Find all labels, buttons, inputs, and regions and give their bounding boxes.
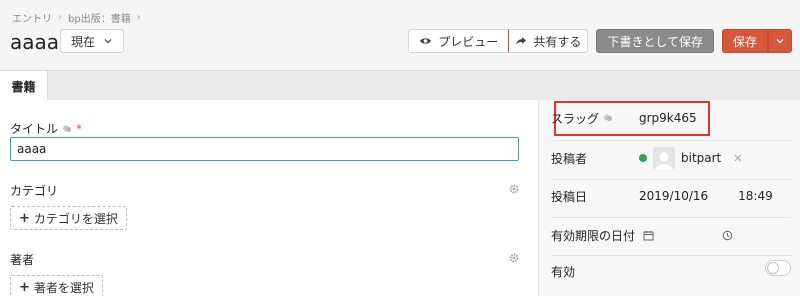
share-icon (516, 37, 527, 45)
online-status-icon (639, 154, 647, 162)
date-label: 投稿日 (551, 189, 588, 204)
expiry-label: 有効期限の日付 (551, 228, 636, 243)
enabled-label: 有効 (551, 264, 576, 279)
breadcrumb-item-entry[interactable]: エントリ (12, 10, 52, 25)
user-icon (656, 152, 672, 169)
divider (551, 255, 791, 256)
enabled-row: 有効 (551, 257, 791, 285)
author-field-label: 著者 (10, 253, 35, 267)
slug-row: スラッグ grp9k465 (551, 104, 791, 132)
date-value[interactable]: 2019/10/16 (639, 189, 708, 203)
preview-button-label: プレビュー (438, 34, 499, 49)
calendar-icon[interactable] (643, 230, 654, 241)
slug-label-text: スラッグ (551, 111, 600, 126)
breadcrumb: エントリ › bp出版：書籍 › (12, 10, 141, 25)
avatar (653, 147, 675, 169)
comment-icon[interactable] (603, 113, 613, 123)
chevron-down-icon (104, 39, 112, 44)
share-button-label: 共有する (533, 34, 582, 49)
breadcrumb-separator-icon: › (58, 12, 62, 23)
author-name: bitpart (681, 151, 722, 165)
time-value[interactable]: 18:49 (738, 189, 773, 203)
breadcrumb-item-blog[interactable]: bp出版：書籍 (68, 10, 131, 25)
author-row: 投稿者 bitpart ✕ (551, 144, 791, 172)
status-select-value: 現在 (71, 34, 96, 49)
save-group: 保存 (721, 29, 792, 53)
preview-share-group: プレビュー 共有する (408, 29, 589, 53)
expiry-row: 有効期限の日付 (551, 221, 791, 249)
share-button[interactable]: 共有する (509, 29, 589, 53)
toggle-knob (767, 262, 779, 274)
breadcrumb-separator-icon: › (136, 12, 141, 23)
remove-author-icon[interactable]: ✕ (733, 152, 742, 165)
preview-button[interactable]: プレビュー (408, 29, 510, 53)
enabled-toggle[interactable] (765, 260, 791, 276)
author-side-label: 投稿者 (551, 151, 588, 166)
gear-icon[interactable] (509, 253, 519, 263)
save-draft-button[interactable]: 下書きとして保存 (596, 29, 714, 53)
tab-bar: 書籍 (0, 70, 800, 101)
slug-label: スラッグ (551, 110, 639, 127)
main-form: タイトル * カテゴリ + カテゴリを選択 著者 + 著者を選択 (0, 100, 538, 296)
header: エントリ › bp出版：書籍 › aaaa 現在 プレビュー 共有する 下書きと… (0, 0, 800, 70)
divider (551, 217, 791, 218)
author-select-button[interactable]: + 著者を選択 (10, 275, 103, 296)
gear-icon[interactable] (509, 184, 519, 194)
save-button[interactable]: 保存 (721, 29, 768, 53)
title-label-text: タイトル (10, 122, 59, 136)
divider (551, 140, 791, 141)
page-title: aaaa (10, 30, 60, 54)
header-actions: プレビュー 共有する 下書きとして保存 保存 (408, 29, 792, 53)
category-field-label: カテゴリ (10, 184, 59, 198)
slug-value[interactable]: grp9k465 (639, 111, 697, 125)
tab-book[interactable]: 書籍 (0, 71, 48, 101)
clock-icon[interactable] (722, 230, 733, 241)
title-input[interactable] (10, 137, 519, 161)
category-select-label: カテゴリを選択 (33, 211, 118, 226)
comment-icon[interactable] (62, 124, 72, 134)
side-panel: スラッグ grp9k465 投稿者 bitpart ✕ 投稿日 2019/10/… (538, 100, 800, 296)
date-row: 投稿日 2019/10/16 18:49 (551, 182, 791, 210)
eye-icon (420, 38, 432, 44)
author-select-label: 著者を選択 (33, 280, 94, 295)
category-select-button[interactable]: + カテゴリを選択 (10, 206, 127, 230)
status-select[interactable]: 現在 (60, 29, 125, 53)
chevron-down-icon (776, 39, 784, 44)
plus-icon: + (19, 279, 30, 295)
plus-icon: + (19, 210, 30, 226)
divider (551, 179, 791, 180)
required-mark: * (76, 121, 83, 136)
save-menu-button[interactable] (768, 29, 792, 53)
title-field-label: タイトル * (10, 120, 82, 137)
